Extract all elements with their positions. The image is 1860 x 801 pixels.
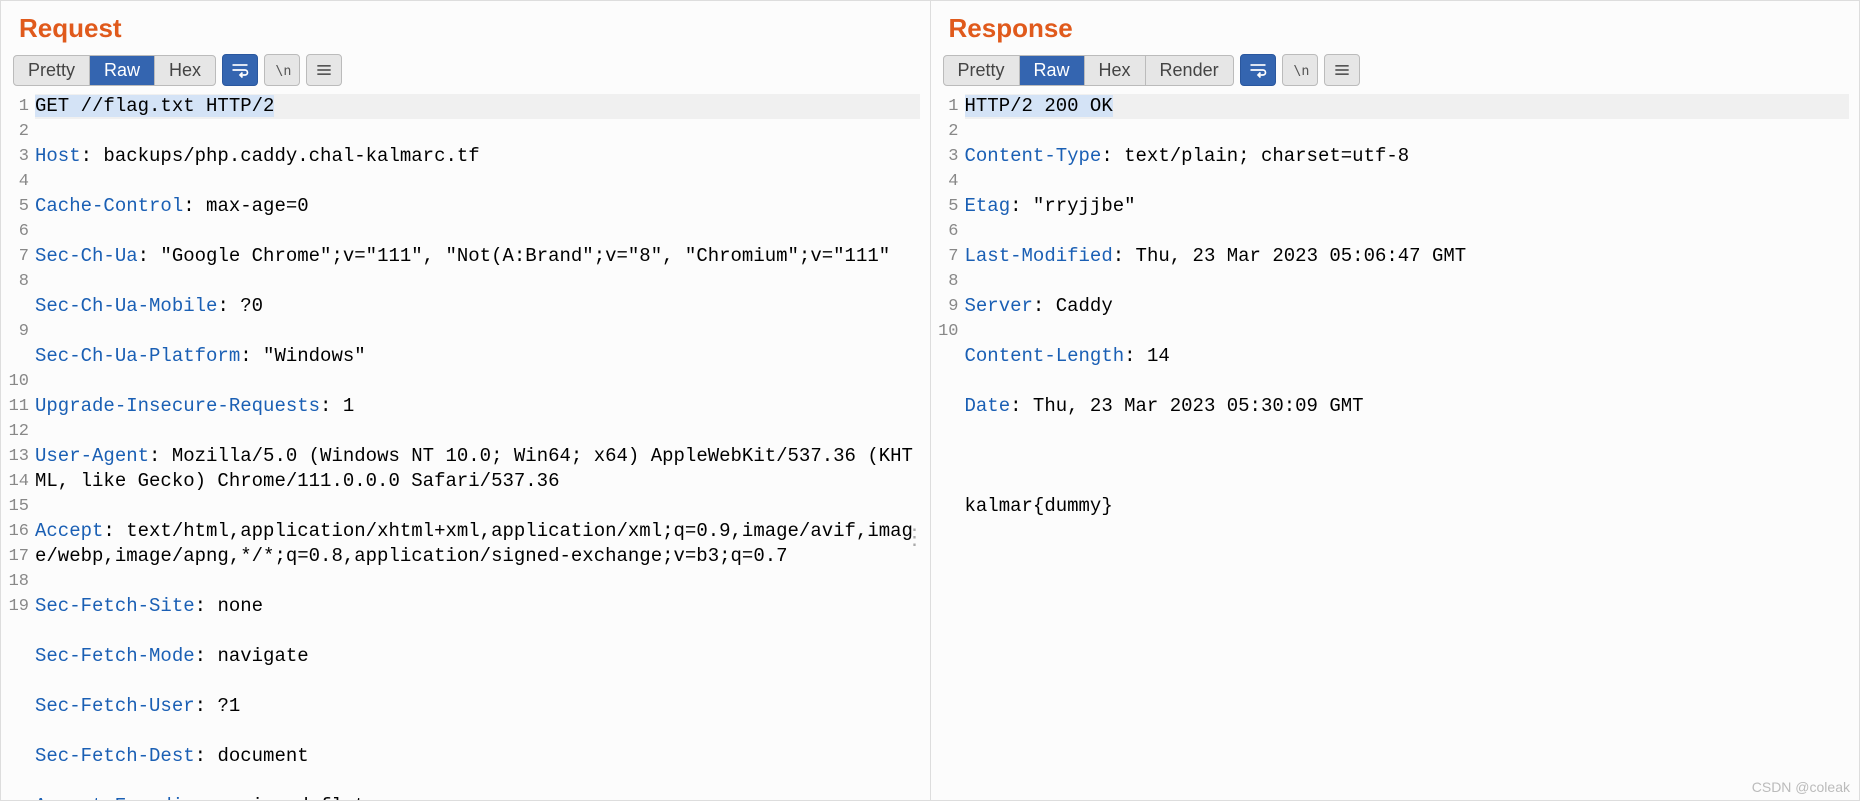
wrap-lines-icon[interactable] <box>1240 54 1276 86</box>
request-code[interactable]: GET //flag.txt HTTP/2 Host: backups/php.… <box>35 94 930 800</box>
code-line: Accept: text/html,application/xhtml+xml,… <box>35 519 920 569</box>
code-line: Last-Modified: Thu, 23 Mar 2023 05:06:47… <box>965 244 1850 269</box>
menu-icon[interactable] <box>306 54 342 86</box>
code-line: HTTP/2 200 OK <box>965 94 1850 119</box>
response-editor[interactable]: 12345678910 HTTP/2 200 OK Content-Type: … <box>931 92 1860 800</box>
response-gutter: 12345678910 <box>931 94 965 800</box>
response-pane: Response PrettyRawHexRender \n 123456789… <box>931 1 1860 800</box>
code-line: Sec-Ch-Ua: "Google Chrome";v="111", "Not… <box>35 244 920 269</box>
code-line: kalmar{dummy} <box>965 494 1850 519</box>
code-line: Sec-Fetch-Dest: document <box>35 744 920 769</box>
wrap-lines-icon[interactable] <box>222 54 258 86</box>
response-toolbar: PrettyRawHexRender \n <box>931 50 1860 92</box>
code-line: Upgrade-Insecure-Requests: 1 <box>35 394 920 419</box>
tab-pretty[interactable]: Pretty <box>14 56 90 85</box>
code-line: Sec-Fetch-Mode: navigate <box>35 644 920 669</box>
show-nonprint-icon[interactable]: \n <box>1282 54 1318 86</box>
tab-pretty[interactable]: Pretty <box>944 56 1020 85</box>
code-line: Date: Thu, 23 Mar 2023 05:30:09 GMT <box>965 394 1850 419</box>
svg-text:\n: \n <box>275 64 291 79</box>
svg-text:\n: \n <box>1293 64 1309 79</box>
code-line: User-Agent: Mozilla/5.0 (Windows NT 10.0… <box>35 444 920 494</box>
code-line: Accept-Encoding: gzip, deflate <box>35 794 920 800</box>
request-title: Request <box>1 1 930 50</box>
response-title: Response <box>931 1 1860 50</box>
code-line: Server: Caddy <box>965 294 1850 319</box>
request-tabs: PrettyRawHex <box>13 55 216 86</box>
code-line: Host: backups/php.caddy.chal-kalmarc.tf <box>35 144 920 169</box>
watermark-text: CSDN @coleak <box>1752 779 1850 795</box>
response-tabs: PrettyRawHexRender <box>943 55 1234 86</box>
request-gutter: 12345678910111213141516171819 <box>1 94 35 800</box>
tab-raw[interactable]: Raw <box>90 56 155 85</box>
code-line: Cache-Control: max-age=0 <box>35 194 920 219</box>
code-line: Sec-Ch-Ua-Platform: "Windows" <box>35 344 920 369</box>
tab-hex[interactable]: Hex <box>1085 56 1146 85</box>
response-code[interactable]: HTTP/2 200 OK Content-Type: text/plain; … <box>965 94 1860 800</box>
code-line <box>965 544 1850 569</box>
more-vert-icon[interactable]: ⋮ <box>904 524 924 550</box>
code-line: Etag: "rryjjbe" <box>965 194 1850 219</box>
tab-hex[interactable]: Hex <box>155 56 215 85</box>
menu-icon[interactable] <box>1324 54 1360 86</box>
code-line: GET //flag.txt HTTP/2 <box>35 94 920 119</box>
code-line: Sec-Fetch-Site: none <box>35 594 920 619</box>
code-line: Content-Length: 14 <box>965 344 1850 369</box>
tab-raw[interactable]: Raw <box>1020 56 1085 85</box>
request-editor[interactable]: 12345678910111213141516171819 GET //flag… <box>1 92 930 800</box>
request-toolbar: PrettyRawHex \n <box>1 50 930 92</box>
show-nonprint-icon[interactable]: \n <box>264 54 300 86</box>
code-line <box>965 444 1850 469</box>
code-line: Sec-Ch-Ua-Mobile: ?0 <box>35 294 920 319</box>
request-pane: Request PrettyRawHex \n 1234567891011121… <box>1 1 931 800</box>
code-line: Sec-Fetch-User: ?1 <box>35 694 920 719</box>
code-line: Content-Type: text/plain; charset=utf-8 <box>965 144 1850 169</box>
tab-render[interactable]: Render <box>1146 56 1233 85</box>
